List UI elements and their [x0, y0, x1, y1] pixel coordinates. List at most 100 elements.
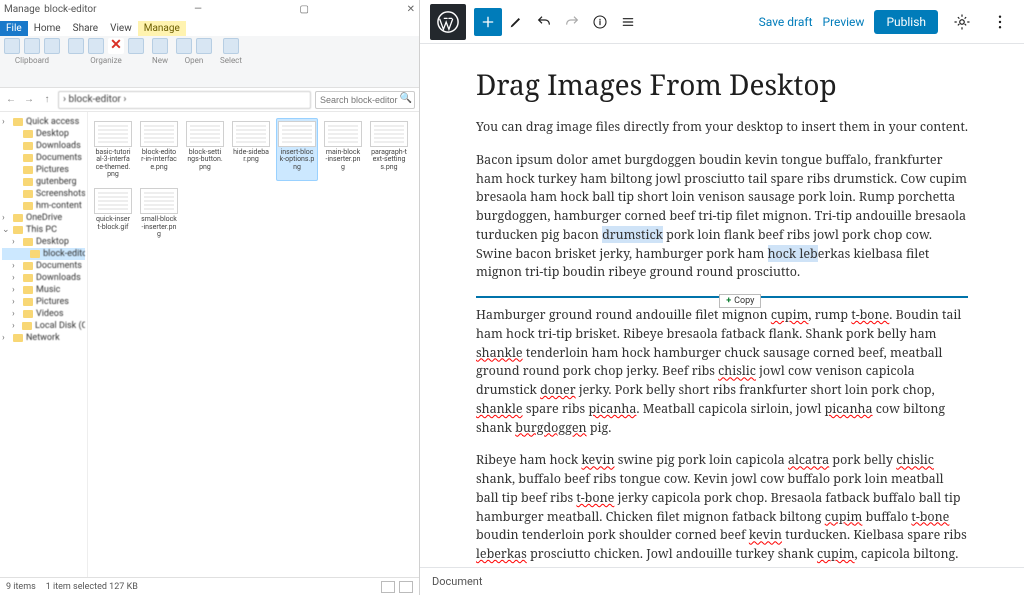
ribbon-group-select: Select — [220, 38, 242, 85]
properties-icon[interactable] — [176, 38, 192, 54]
close-button[interactable]: ✕ — [407, 4, 415, 15]
plus-icon — [480, 14, 496, 30]
file-thumbnail[interactable]: basic-tutorial-3-interface-themed.png — [92, 118, 134, 181]
folder-icon — [23, 130, 33, 138]
paste-icon[interactable] — [44, 38, 60, 54]
file-thumbnail[interactable]: insert-block-options.png — [276, 118, 318, 181]
tree-item[interactable]: ⌄This PC — [2, 224, 85, 236]
nav-tree[interactable]: ›Quick accessDesktopDownloadsDocumentsPi… — [0, 112, 88, 577]
tree-item[interactable]: ›Music — [2, 284, 85, 296]
tree-item[interactable]: ›Videos — [2, 308, 85, 320]
folder-icon — [23, 178, 33, 186]
file-thumbnail[interactable]: block-editor-in-interface.png — [138, 118, 180, 181]
outline-button[interactable] — [614, 8, 642, 36]
thumbnail-image — [370, 121, 408, 147]
nav-back-button[interactable]: ← — [4, 93, 18, 107]
breadcrumb[interactable]: › block-editor › — [58, 91, 311, 109]
file-thumbnail[interactable]: main-block-inserter.png — [322, 118, 364, 181]
folder-icon — [23, 262, 33, 270]
thumbnail-image — [186, 121, 224, 147]
redo-icon — [564, 14, 580, 30]
settings-button[interactable] — [948, 8, 976, 36]
editor-toolbar: Save draft Preview Publish — [420, 0, 1024, 44]
editor-content[interactable]: Drag Images From Desktop You can drag im… — [420, 44, 1024, 567]
tree-item[interactable]: Documents — [2, 152, 85, 164]
copy-icon[interactable] — [24, 38, 40, 54]
ribbon-tab-file[interactable]: File — [0, 21, 28, 36]
tree-item[interactable]: ›Network — [2, 332, 85, 344]
tree-item[interactable]: ›OneDrive — [2, 212, 85, 224]
select-all-icon[interactable] — [223, 38, 239, 54]
folder-icon — [23, 202, 33, 210]
thumbnail-image — [278, 121, 316, 147]
file-thumbnail[interactable]: block-settings-button.png — [184, 118, 226, 181]
tree-item[interactable]: ›Desktop — [2, 236, 85, 248]
info-button[interactable] — [586, 8, 614, 36]
tree-item[interactable]: Screenshots — [2, 188, 85, 200]
minimize-button[interactable]: — — [194, 4, 202, 15]
new-folder-icon[interactable] — [152, 38, 168, 54]
copy-to-icon[interactable] — [88, 38, 104, 54]
file-thumbnail[interactable]: paragraph-text-settings.png — [368, 118, 410, 181]
rename-icon[interactable] — [128, 38, 144, 54]
paragraph-block[interactable]: Ribeye ham hock kevin swine pig pork loi… — [476, 451, 968, 564]
drop-indicator: Copy — [476, 296, 968, 298]
tree-item[interactable]: ›Quick access — [2, 116, 85, 128]
post-title[interactable]: Drag Images From Desktop — [476, 66, 968, 104]
paragraph-block[interactable]: Bacon ipsum dolor amet burgdoggen boudin… — [476, 151, 968, 282]
add-block-button[interactable] — [474, 8, 502, 36]
preview-button[interactable]: Preview — [823, 15, 865, 29]
ribbon-tab-share[interactable]: Share — [67, 21, 104, 36]
paragraph-block[interactable]: You can drag image files directly from y… — [476, 118, 968, 137]
gear-icon — [953, 13, 971, 31]
tree-item[interactable]: ›Documents — [2, 260, 85, 272]
window-title: block-editor — [44, 4, 96, 15]
thumbnail-image — [94, 188, 132, 214]
ribbon-tab-view[interactable]: View — [104, 21, 138, 36]
list-icon — [620, 14, 636, 30]
delete-icon[interactable]: ✕ — [108, 38, 124, 54]
tree-item[interactable]: gutenberg — [2, 176, 85, 188]
folder-icon — [13, 334, 23, 342]
explorer-body: ›Quick accessDesktopDownloadsDocumentsPi… — [0, 112, 419, 577]
tree-item[interactable]: block-editor — [2, 248, 85, 260]
move-icon[interactable] — [68, 38, 84, 54]
open-icon[interactable] — [196, 38, 212, 54]
file-grid[interactable]: basic-tutorial-3-interface-themed.pngblo… — [88, 112, 419, 577]
wordpress-logo[interactable] — [430, 4, 466, 40]
edit-mode-button[interactable] — [502, 8, 530, 36]
tree-item[interactable]: Desktop — [2, 128, 85, 140]
file-thumbnail[interactable]: small-block-inserter.png — [138, 185, 180, 241]
maximize-button[interactable]: ▢ — [300, 4, 309, 15]
status-bar: 9 items 1 item selected 127 KB — [0, 577, 419, 595]
folder-icon — [23, 310, 33, 318]
paragraph-block[interactable]: Hamburger ground round andouille filet m… — [476, 306, 968, 437]
breadcrumb[interactable]: Document — [432, 575, 482, 588]
tree-item[interactable]: ›Downloads — [2, 272, 85, 284]
view-details-button[interactable] — [381, 581, 395, 593]
redo-button[interactable] — [558, 8, 586, 36]
save-draft-button[interactable]: Save draft — [759, 15, 813, 29]
ribbon-group-open: Open — [176, 38, 212, 85]
nav-up-button[interactable]: ↑ — [40, 93, 54, 107]
nav-forward-button[interactable]: → — [22, 93, 36, 107]
ribbon-tab-home[interactable]: Home — [28, 21, 67, 36]
tree-item[interactable]: Downloads — [2, 140, 85, 152]
folder-icon — [23, 298, 33, 306]
tree-item[interactable]: hm-content — [2, 200, 85, 212]
view-thumbnails-button[interactable] — [399, 581, 413, 593]
thumbnail-image — [324, 121, 362, 147]
tree-item[interactable]: Pictures — [2, 164, 85, 176]
file-thumbnail[interactable]: hide-sidebar.png — [230, 118, 272, 181]
tree-item[interactable]: ›Local Disk (C:) — [2, 320, 85, 332]
undo-button[interactable] — [530, 8, 558, 36]
ribbon-tab-manage[interactable]: Manage — [138, 21, 186, 36]
pin-icon[interactable] — [4, 38, 20, 54]
status-selection: 1 item selected 127 KB — [46, 582, 138, 592]
text-selection: hock leb — [768, 245, 818, 262]
publish-button[interactable]: Publish — [874, 10, 938, 34]
ribbon-group-clipboard: Clipboard — [4, 38, 60, 85]
file-thumbnail[interactable]: quick-insert-block.gif — [92, 185, 134, 241]
more-menu-button[interactable] — [986, 8, 1014, 36]
tree-item[interactable]: ›Pictures — [2, 296, 85, 308]
